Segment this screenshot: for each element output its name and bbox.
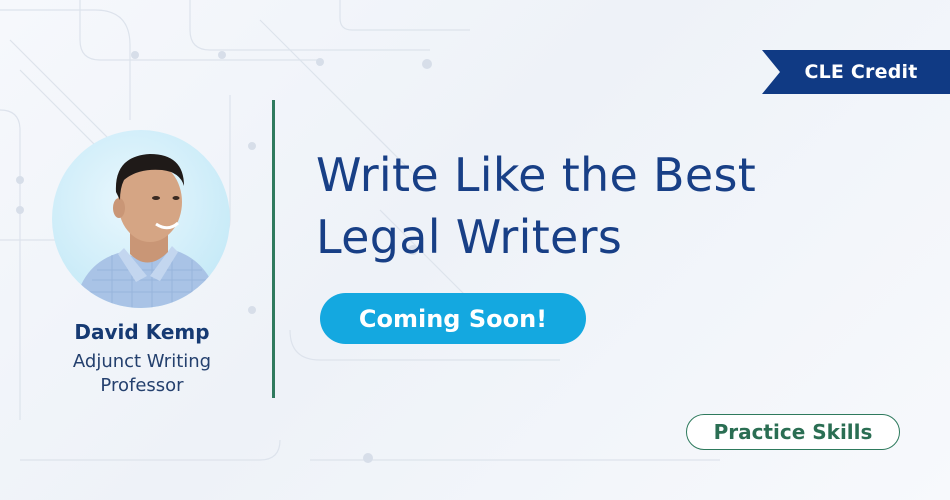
course-title-line-1: Write Like the Best — [316, 148, 757, 202]
instructor-role-line-2: Professor — [100, 375, 184, 396]
course-banner: CLE Credit David Kemp Adjunct Writing Pr… — [0, 0, 950, 500]
practice-skills-tag: Practice Skills — [686, 414, 900, 450]
instructor-role-line-1: Adjunct Writing — [72, 351, 212, 372]
cle-credit-label: CLE Credit — [804, 61, 918, 83]
instructor-role: Adjunct Writing Professor — [40, 350, 244, 398]
instructor-name: David Kemp — [74, 320, 210, 344]
cle-credit-badge: CLE Credit — [762, 50, 950, 94]
vertical-divider — [272, 100, 275, 398]
course-title-line-2: Legal Writers — [316, 210, 623, 264]
instructor-avatar — [52, 130, 230, 308]
coming-soon-button[interactable]: Coming Soon! — [320, 293, 586, 344]
course-title: Write Like the Best Legal Writers — [316, 144, 836, 268]
instructor-portrait-icon — [74, 154, 220, 308]
